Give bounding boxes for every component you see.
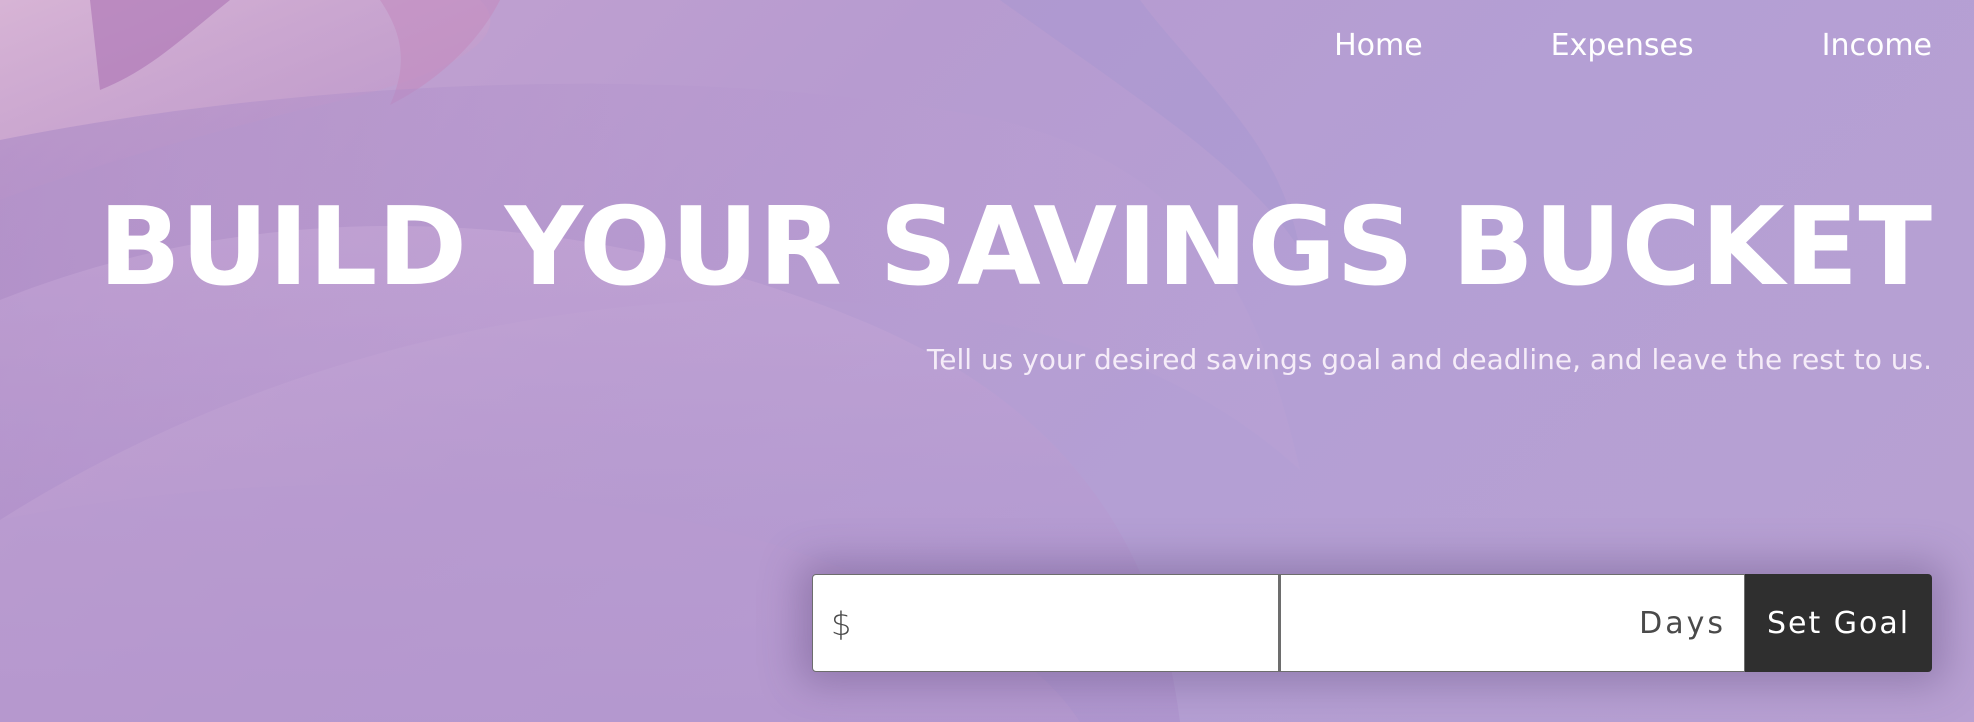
hero-title: BUILD YOUR SAVINGS BUCKET	[98, 185, 1932, 310]
days-field: Days	[1279, 574, 1745, 672]
dollar-prefix: $	[831, 605, 852, 643]
main-nav: Home Expenses Income	[1334, 26, 1932, 66]
nav-link-home[interactable]: Home	[1334, 26, 1423, 66]
hero-subtitle: Tell us your desired savings goal and de…	[926, 343, 1932, 376]
days-suffix: Days	[1639, 606, 1726, 641]
amount-input[interactable]	[813, 575, 1278, 671]
nav-link-expenses[interactable]: Expenses	[1551, 26, 1694, 66]
amount-field: $	[812, 574, 1279, 672]
set-goal-button[interactable]: Set Goal	[1745, 574, 1932, 672]
savings-goal-form: $ Days Set Goal	[812, 574, 1932, 672]
nav-link-income[interactable]: Income	[1822, 26, 1932, 66]
